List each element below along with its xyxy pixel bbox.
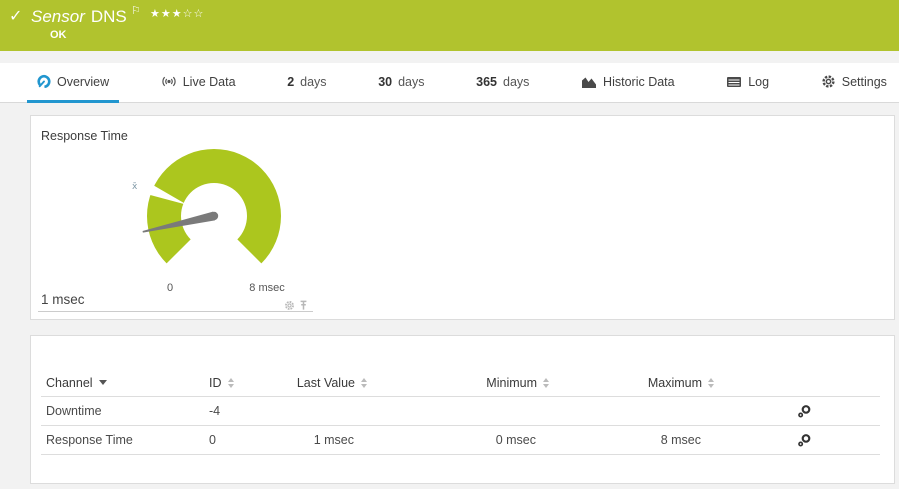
cell-channel: Response Time [46, 433, 133, 447]
priority-flag-icon: ⚐ [131, 4, 141, 17]
tab-label: days [398, 74, 425, 89]
tab-label: days [300, 74, 327, 89]
gauge-current-value: 1 msec [41, 292, 85, 307]
status-badge: OK [50, 29, 67, 41]
cell-last-value: 1 msec [313, 433, 354, 447]
tab-number: 365 [476, 74, 497, 89]
broadcast-icon [161, 74, 177, 89]
cell-channel: Downtime [46, 404, 102, 418]
column-header-channel[interactable]: Channel [41, 376, 209, 390]
edit-channel-gears-icon[interactable] [797, 433, 812, 448]
tab-label: Overview [57, 74, 110, 89]
gear-icon [821, 74, 836, 89]
cell-minimum: 0 msec [495, 433, 536, 447]
sort-icons [227, 377, 234, 388]
log-icon [726, 75, 742, 89]
sensor-word: Sensor [31, 7, 85, 26]
tab-label: Live Data [182, 74, 236, 89]
tab-label: Historic Data [603, 74, 675, 89]
column-header-id[interactable]: ID [209, 376, 267, 390]
channels-table-panel: Channel ID Last Value Minimum Maximum Do… [30, 335, 895, 484]
cell-id: 0 [209, 433, 216, 447]
response-time-gauge-panel: Response Time x̄ 0 8 msec 1 msec [30, 115, 895, 320]
gauge-pin-icon[interactable] [298, 300, 309, 311]
sensor-status-header: ✓ Sensor DNS ⚐ ★★★☆☆ OK [0, 0, 899, 51]
gauge-icon [37, 74, 51, 89]
table-header-row: Channel ID Last Value Minimum Maximum [41, 369, 880, 397]
priority-stars[interactable]: ★★★☆☆ [150, 7, 204, 20]
gauge-scale-max-label: 8 msec [249, 282, 285, 294]
tab-label: Log [748, 74, 770, 89]
channels-table: Channel ID Last Value Minimum Maximum Do… [41, 369, 880, 455]
tab-overview[interactable]: Overview [27, 63, 120, 103]
tab-365-days[interactable]: 365 days [466, 63, 539, 103]
tab-label: days [503, 74, 530, 89]
column-header-maximum[interactable]: Maximum [549, 376, 714, 390]
column-label: Channel [46, 375, 93, 390]
tab-log[interactable]: Log [716, 63, 779, 103]
gauge-separator-line [38, 311, 313, 312]
cell-maximum: 8 msec [660, 433, 701, 447]
area-chart-icon [581, 75, 597, 89]
tab-settings[interactable]: Settings [811, 63, 897, 103]
sort-desc-icon [98, 380, 107, 385]
column-header-minimum[interactable]: Minimum [367, 376, 549, 390]
gauge-settings-gear-icon[interactable] [284, 300, 295, 311]
column-header-last-value[interactable]: Last Value [267, 376, 367, 390]
tab-label: Settings [841, 74, 887, 89]
page-title: Sensor DNS [31, 7, 127, 27]
table-row-response-time[interactable]: Response Time 0 1 msec 0 msec 8 msec [41, 426, 880, 455]
tab-2-days[interactable]: 2 days [277, 63, 336, 103]
sensor-name: DNS [90, 7, 127, 26]
prtg-sensor-page: { "colors": { "green_header": "#b1c32e",… [0, 0, 899, 489]
table-row-downtime[interactable]: Downtime -4 [41, 397, 880, 426]
tab-bar: Overview Live Data 2 days 30 days 365 da… [0, 63, 899, 103]
sort-icons [708, 377, 714, 388]
column-label: ID [209, 375, 222, 390]
gauge-arc [147, 149, 282, 264]
column-label: Maximum [647, 375, 702, 390]
tab-live-data[interactable]: Live Data [151, 63, 246, 103]
status-ok-check-icon: ✓ [9, 6, 23, 25]
column-label: Minimum [486, 375, 537, 390]
tab-30-days[interactable]: 30 days [368, 63, 434, 103]
tab-number: 30 [378, 74, 393, 89]
edit-channel-gears-icon[interactable] [797, 404, 812, 419]
tab-number: 2 [287, 74, 295, 89]
gauge-scale-min-label: 0 [166, 282, 174, 294]
average-marker-symbol: x̄ [132, 182, 138, 192]
column-label: Last Value [296, 375, 355, 390]
cell-id: -4 [209, 404, 221, 418]
tab-historic-data[interactable]: Historic Data [571, 63, 685, 103]
